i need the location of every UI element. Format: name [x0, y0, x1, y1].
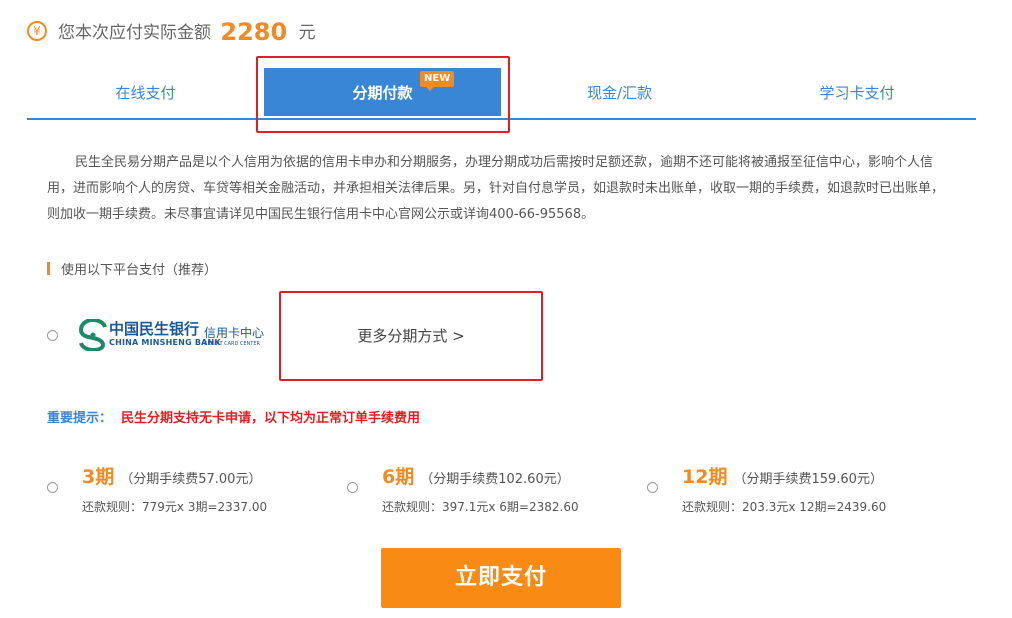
plan-6-radio[interactable] — [347, 482, 358, 493]
amount-prefix: 您本次应付实际金额 — [58, 23, 211, 43]
minsheng-bank-logo[interactable]: 中国民生银行 CHINA MINSHENG BANK 信用卡中心 CREDIT … — [79, 318, 264, 352]
plan-6-option[interactable]: 6期 （分期手续费102.60元） 还款规则：397.1元x 6期=2382.60 — [382, 462, 579, 514]
installment-description: 民生全民易分期产品是以个人信用为依据的信用卡申办和分期服务，办理分期成功后需按时… — [47, 155, 945, 222]
card-center-label: 信用卡中心 — [204, 326, 265, 340]
yen-icon: ¥ — [27, 21, 47, 41]
minsheng-logo-icon — [79, 319, 107, 351]
plan-fee: （分期手续费57.00元） — [120, 472, 262, 487]
plan-12-radio[interactable] — [647, 482, 658, 493]
highlight-box-more — [279, 291, 543, 381]
bank-name-cn: 中国民生银行 — [109, 320, 200, 338]
highlight-box-tab — [256, 56, 510, 133]
plan-12-option[interactable]: 12期 （分期手续费159.60元） 还款规则：203.3元x 12期=2439.… — [682, 462, 886, 514]
amount-line: 您本次应付实际金额 2280 元 — [58, 16, 316, 46]
plan-period: 3期 — [82, 466, 115, 488]
section-label: 使用以下平台支付（推荐） — [61, 263, 218, 278]
pay-now-button[interactable]: 立即支付 — [381, 548, 621, 608]
plan-3-radio[interactable] — [47, 482, 58, 493]
section-marker — [47, 262, 50, 275]
plan-period: 6期 — [382, 466, 415, 488]
plan-period: 12期 — [682, 466, 728, 488]
plan-rule: 还款规则：397.1元x 6期=2382.60 — [382, 500, 579, 514]
notice-label: 重要提示： — [47, 411, 113, 426]
tab-study-card[interactable]: 学习卡支付 — [738, 68, 976, 116]
plan-fee: （分期手续费102.60元） — [420, 472, 570, 487]
plan-rule: 还款规则：779元x 3期=2337.00 — [82, 500, 268, 514]
tab-online-pay[interactable]: 在线支付 — [27, 68, 264, 116]
bank-radio[interactable] — [47, 330, 58, 341]
card-center-en: CREDIT CARD CENTER — [204, 341, 260, 347]
notice-text: 民生分期支持无卡申请，以下均为正常订单手续费用 — [121, 411, 421, 426]
amount-value: 2280 — [220, 18, 288, 46]
plan-fee: （分期手续费159.60元） — [733, 472, 883, 487]
plan-rule: 还款规则：203.3元x 12期=2439.60 — [682, 500, 887, 514]
tab-cash-remittance[interactable]: 现金/汇款 — [501, 68, 738, 116]
plan-3-option[interactable]: 3期 （分期手续费57.00元） 还款规则：779元x 3期=2337.00 — [82, 462, 267, 514]
amount-unit: 元 — [298, 23, 316, 43]
